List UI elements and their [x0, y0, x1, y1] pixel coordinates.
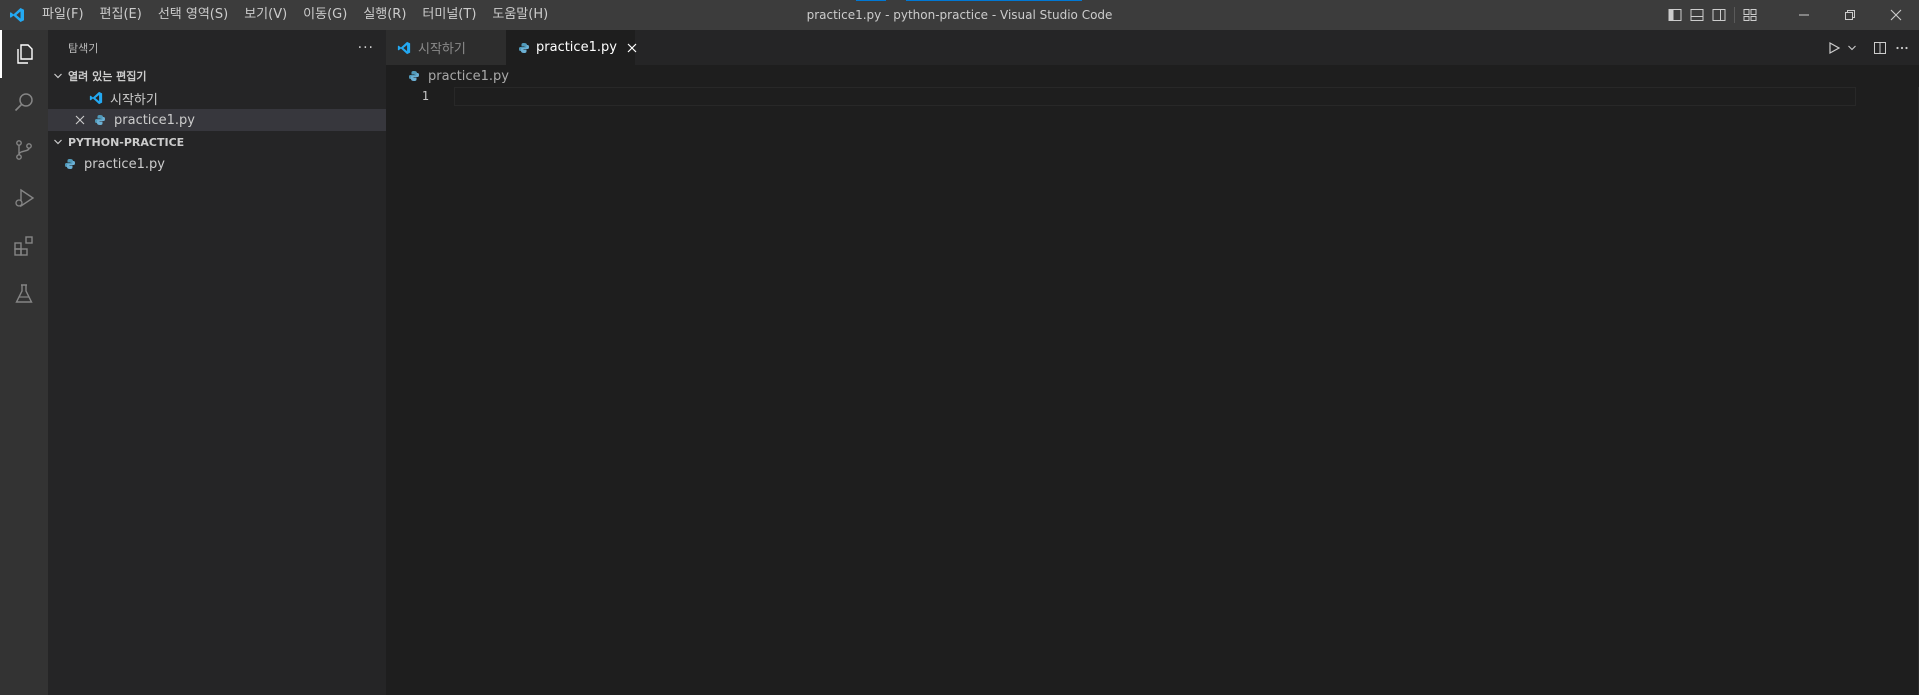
menu-edit[interactable]: 편집(E): [92, 0, 150, 30]
split-editor-icon[interactable]: [1869, 30, 1891, 65]
python-file-icon: [406, 65, 422, 87]
tab-practice1[interactable]: practice1.py: [506, 30, 637, 65]
toggle-primary-sidebar-icon[interactable]: [1664, 0, 1686, 30]
editor-actions: [1823, 30, 1919, 65]
menu-file[interactable]: 파일(F): [34, 0, 92, 30]
menu-help[interactable]: 도움말(H): [484, 0, 556, 30]
open-editors-title: 열려 있는 편집기: [68, 70, 147, 83]
line-number-gutter: 1: [386, 87, 438, 695]
title-accent-line: [856, 0, 886, 1]
testing-icon[interactable]: [0, 270, 48, 318]
editor-tabs-bar: 시작하기 practice1.py: [386, 30, 1919, 65]
tab-welcome[interactable]: 시작하기: [386, 30, 506, 65]
menu-view[interactable]: 보기(V): [236, 0, 295, 30]
more-icon[interactable]: [1891, 30, 1913, 65]
close-tab-icon[interactable]: [627, 40, 637, 56]
vscode-icon: [88, 87, 104, 109]
close-editor-icon[interactable]: [72, 109, 88, 131]
explorer-icon[interactable]: [0, 30, 48, 78]
file-label: practice1.py: [84, 156, 165, 172]
close-icon[interactable]: [1873, 0, 1919, 30]
toggle-secondary-sidebar-icon[interactable]: [1708, 0, 1730, 30]
python-file-icon: [92, 109, 108, 131]
title-separator: [1734, 7, 1735, 23]
vscode-icon: [396, 37, 412, 59]
menu-run[interactable]: 실행(R): [355, 0, 414, 30]
sidebar-title: 탐색기: [68, 41, 99, 55]
chevron-down-icon[interactable]: [1845, 30, 1859, 65]
open-editor-item-practice1[interactable]: practice1.py: [48, 109, 386, 131]
source-control-icon[interactable]: [0, 126, 48, 174]
open-editor-label: practice1.py: [114, 112, 195, 128]
breadcrumb-file[interactable]: practice1.py: [428, 69, 509, 84]
folder-header[interactable]: PYTHON-PRACTICE: [48, 131, 386, 153]
line-number: 1: [421, 89, 429, 103]
menu-bar: 파일(F) 편집(E) 선택 영역(S) 보기(V) 이동(G) 실행(R) 터…: [34, 0, 556, 30]
current-line-highlight[interactable]: [454, 87, 1856, 106]
activity-bar: [0, 30, 48, 695]
search-icon[interactable]: [0, 78, 48, 126]
restore-icon[interactable]: [1827, 0, 1873, 30]
chevron-down-icon: [48, 137, 68, 147]
run-icon[interactable]: [1823, 30, 1845, 65]
file-item-practice1[interactable]: practice1.py: [48, 153, 386, 175]
title-bar: 파일(F) 편집(E) 선택 영역(S) 보기(V) 이동(G) 실행(R) 터…: [0, 0, 1919, 30]
open-editor-label: 시작하기: [110, 92, 158, 108]
title-bar-controls: [1664, 0, 1919, 30]
breadcrumb: practice1.py: [386, 65, 509, 87]
sidebar-header: 탐색기 ···: [48, 30, 386, 65]
menu-terminal[interactable]: 터미널(T): [414, 0, 484, 30]
open-editors-header[interactable]: 열려 있는 편집기: [48, 65, 386, 87]
tab-label: practice1.py: [536, 40, 617, 55]
menu-go[interactable]: 이동(G): [295, 0, 355, 30]
toggle-panel-icon[interactable]: [1686, 0, 1708, 30]
tab-label: 시작하기: [418, 42, 466, 57]
open-editor-item-welcome[interactable]: 시작하기: [48, 87, 386, 109]
code-editor[interactable]: 1: [386, 87, 1919, 695]
chevron-down-icon: [48, 71, 68, 81]
extensions-icon[interactable]: [0, 222, 48, 270]
more-actions-icon[interactable]: ···: [358, 40, 374, 56]
python-file-icon: [518, 37, 530, 59]
run-debug-icon[interactable]: [0, 174, 48, 222]
folder-title: PYTHON-PRACTICE: [68, 135, 185, 149]
title-accent-line: [906, 0, 1082, 1]
customize-layout-icon[interactable]: [1739, 0, 1761, 30]
menu-selection[interactable]: 선택 영역(S): [150, 0, 236, 30]
explorer-sidebar: 탐색기 ··· 열려 있는 편집기 시작하기 practice1.py PYTH…: [48, 30, 386, 695]
python-file-icon: [62, 153, 78, 175]
minimize-icon[interactable]: [1781, 0, 1827, 30]
vscode-logo-icon: [0, 0, 34, 30]
